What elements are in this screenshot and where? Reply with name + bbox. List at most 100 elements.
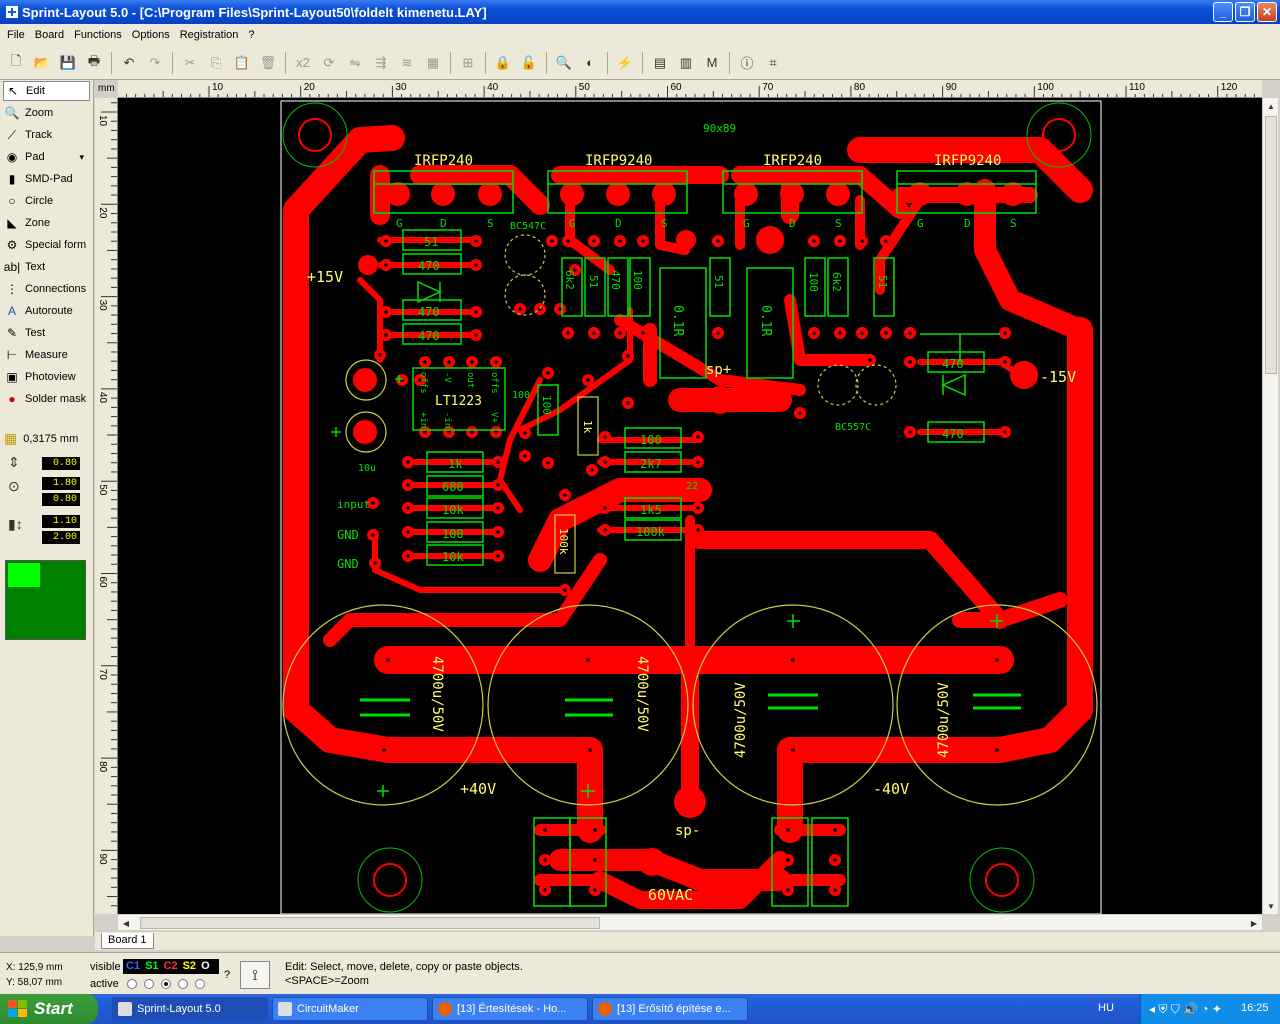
tool-special-form[interactable]: ⚙ Special form <box>3 235 90 255</box>
print-icon[interactable]: 🖶 <box>82 51 106 75</box>
smd-height-field[interactable]: 2.00 <box>42 531 80 544</box>
pad-hole <box>603 460 607 464</box>
task-firefox-2[interactable]: [13] Erősítő építése e... <box>592 997 748 1021</box>
layer-o[interactable]: O <box>201 959 210 974</box>
duplicate-button[interactable]: x2 <box>291 51 315 75</box>
tab-board-1[interactable]: Board 1 <box>101 933 154 949</box>
tool-test[interactable]: ✎ Test <box>3 323 90 343</box>
contrast-icon[interactable]: ◐ <box>578 51 602 75</box>
crop-icon[interactable]: ⌗ <box>761 51 785 75</box>
menu-help[interactable]: ? <box>243 29 259 41</box>
menu-registration[interactable]: Registration <box>175 29 244 41</box>
open-folder-icon[interactable]: 📂 <box>30 51 54 75</box>
menu-board[interactable]: Board <box>30 29 69 41</box>
task-circuitmaker[interactable]: CircuitMaker <box>272 997 428 1021</box>
close-button[interactable]: ✕ <box>1257 2 1277 22</box>
distribute-icon[interactable]: ≋ <box>395 51 419 75</box>
group-icon[interactable]: ▦ <box>421 51 445 75</box>
undo-icon[interactable]: ↶ <box>117 51 141 75</box>
help-mark[interactable]: ? <box>224 969 230 981</box>
save-icon[interactable]: 💾 <box>56 51 80 75</box>
align-icon[interactable]: ⇶ <box>369 51 393 75</box>
ic-pin-3: out <box>465 372 475 388</box>
layer-s1[interactable]: S1 <box>145 959 158 974</box>
layer-s2[interactable]: S2 <box>183 959 196 974</box>
active-radio-c1[interactable] <box>127 979 137 989</box>
pad-hole <box>593 888 597 892</box>
menu-options[interactable]: Options <box>127 29 175 41</box>
photoview-icon: ▣ <box>6 370 18 384</box>
autoroute-tool-icon[interactable]: ⚡ <box>613 51 637 75</box>
res-680: 680 <box>442 480 464 494</box>
pad-hole <box>586 378 590 382</box>
active-radio-o[interactable] <box>195 979 205 989</box>
pcb-canvas[interactable]: 90x89 IRFP240 IRFP9240 IRFP240 IRFP9240 … <box>118 98 1262 914</box>
component-icon[interactable]: ▤ <box>648 51 672 75</box>
rotate-icon[interactable]: ⟳ <box>317 51 341 75</box>
layer-c1[interactable]: C1 <box>126 959 140 974</box>
scroll-down-icon[interactable]: ▼ <box>1263 898 1279 914</box>
info-icon[interactable]: ⓘ <box>735 51 759 75</box>
tool-pad[interactable]: ◉ Pad ▾ <box>3 147 90 167</box>
task-firefox-1[interactable]: [13] Értesítések - Ho... <box>432 997 588 1021</box>
delete-icon[interactable]: 🗑 <box>256 51 280 75</box>
layer-color-preview[interactable] <box>5 560 86 640</box>
tool-solder-mask[interactable]: ● Solder mask <box>3 389 90 409</box>
layer-c2[interactable]: C2 <box>164 959 178 974</box>
menu-file[interactable]: File <box>2 29 30 41</box>
pad-outer-field[interactable]: 1.80 <box>42 477 80 490</box>
cut-icon[interactable]: ✂ <box>178 51 202 75</box>
tool-circle[interactable]: ○ Circle <box>3 191 90 211</box>
tray-icons[interactable]: ◂ ⛨ ⛉ 🔊 ◔ ✦ <box>1149 1002 1222 1017</box>
ic-pin-1: offs <box>418 372 428 394</box>
zoom-icon[interactable]: 🔍 <box>552 51 576 75</box>
tool-text[interactable]: ab| Text <box>3 257 90 277</box>
tool-zone[interactable]: ◣ Zone <box>3 213 90 233</box>
tool-connections[interactable]: ⋮ Connections <box>3 279 90 299</box>
horizontal-scrollbar[interactable]: ◀ ▶ <box>118 914 1262 930</box>
scroll-up-icon[interactable]: ▲ <box>1263 98 1279 114</box>
drc-icon[interactable]: ▥ <box>674 51 698 75</box>
lock-icon[interactable]: 🔒 <box>491 51 515 75</box>
ruler-tick-label: 90 <box>946 82 958 93</box>
task-sprint-layout[interactable]: Sprint-Layout 5.0 <box>112 997 268 1021</box>
chevron-down-icon[interactable]: ▾ <box>79 152 84 163</box>
tool-smd-pad[interactable]: ▮ SMD-Pad <box>3 169 90 189</box>
track-width-field[interactable]: 0.80 <box>42 457 80 470</box>
active-radio-s2[interactable] <box>178 979 188 989</box>
tool-track[interactable]: ⟋ Track <box>3 125 90 145</box>
macro-icon[interactable]: M <box>700 51 724 75</box>
paste-icon[interactable]: 📋 <box>230 51 254 75</box>
gds-g-2: G <box>569 217 576 230</box>
pad-inner-field[interactable]: 0.80 <box>42 493 80 506</box>
smd-width-field[interactable]: 1.10 <box>42 515 80 528</box>
tool-measure[interactable]: ⊢ Measure <box>3 345 90 365</box>
layer-icon[interactable]: ⊞ <box>456 51 480 75</box>
vertical-scroll-thumb[interactable] <box>1265 116 1277 374</box>
vertical-scrollbar[interactable]: ▲ ▼ <box>1262 98 1278 914</box>
minimize-button[interactable]: _ <box>1213 2 1233 22</box>
tool-photoview[interactable]: ▣ Photoview <box>3 367 90 387</box>
scroll-left-icon[interactable]: ◀ <box>118 915 134 931</box>
new-file-icon[interactable]: 🗋 <box>4 51 28 75</box>
active-radio-s1[interactable] <box>144 979 154 989</box>
tool-autoroute[interactable]: A Autoroute <box>3 301 90 321</box>
start-button[interactable]: Start <box>0 994 98 1024</box>
pad-hole <box>588 748 592 752</box>
tool-zoom[interactable]: 🔍 Zoom <box>3 103 90 123</box>
redo-icon[interactable]: ↷ <box>143 51 167 75</box>
connection-tool-icon[interactable]: ⟟ <box>240 961 270 989</box>
tool-edit[interactable]: ↖ Edit <box>3 81 90 101</box>
task-label: CircuitMaker <box>297 1003 359 1015</box>
scroll-right-icon[interactable]: ▶ <box>1246 915 1262 931</box>
active-radio-c2[interactable] <box>161 979 171 989</box>
maximize-button[interactable]: ❐ <box>1235 2 1255 22</box>
horizontal-scroll-thumb[interactable] <box>140 917 600 929</box>
unlock-icon[interactable]: 🔓 <box>517 51 541 75</box>
language-indicator[interactable]: HU <box>1098 1002 1114 1014</box>
mirror-icon[interactable]: ⇋ <box>343 51 367 75</box>
menu-functions[interactable]: Functions <box>69 29 127 41</box>
copy-icon[interactable]: ⎘ <box>204 51 228 75</box>
gds-d-4: D <box>964 217 971 230</box>
grid-setting[interactable]: ▦ 0,3175 mm <box>4 430 78 447</box>
